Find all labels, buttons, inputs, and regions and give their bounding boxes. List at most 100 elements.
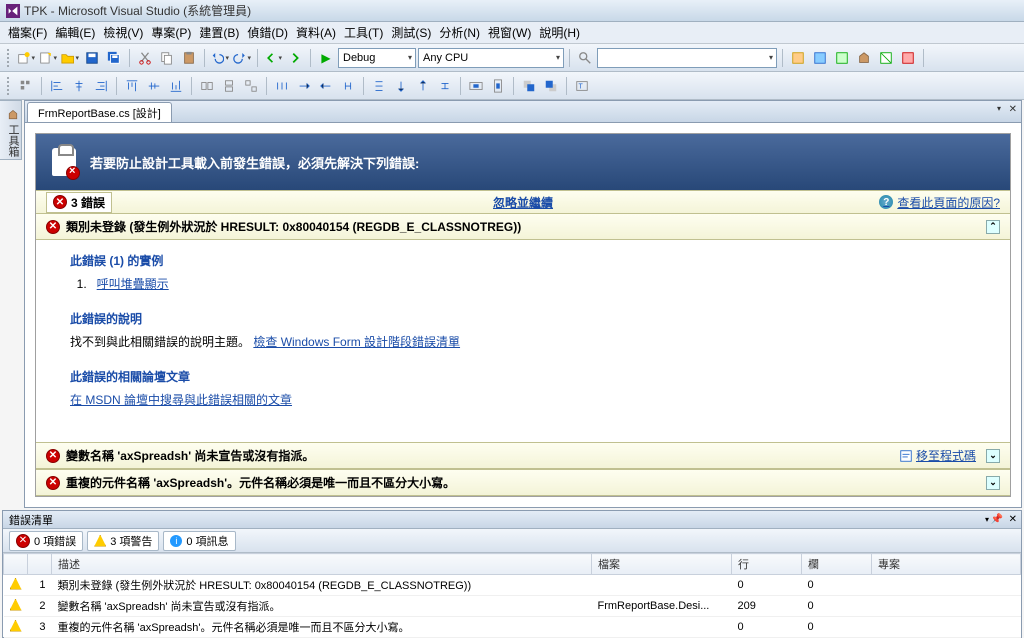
- extension-button[interactable]: [898, 48, 918, 68]
- undo-button[interactable]: ▾: [210, 48, 230, 68]
- menu-data[interactable]: 資料(A): [292, 22, 340, 43]
- copy-button[interactable]: [157, 48, 177, 68]
- error-list-row[interactable]: 2 變數名稱 'axSpreadsh' 尚未宣告或沒有指派。 FrmReport…: [4, 596, 1021, 617]
- panel-options-dropdown[interactable]: ▾: [985, 515, 989, 524]
- document-tab[interactable]: FrmReportBase.cs [設計]: [27, 102, 172, 122]
- tab-order-button[interactable]: T: [572, 76, 592, 96]
- align-left-button[interactable]: [47, 76, 67, 96]
- menu-project[interactable]: 專案(P): [147, 22, 195, 43]
- error-item-header-3[interactable]: ✕ 重複的元件名稱 'axSpreadsh'。元件名稱必須是唯一而且不區分大小寫…: [36, 469, 1010, 496]
- document-tabstrip: FrmReportBase.cs [設計] ▾ ✕: [25, 101, 1021, 123]
- align-right-button[interactable]: [91, 76, 111, 96]
- paste-button[interactable]: [179, 48, 199, 68]
- toolbox-icon: [7, 109, 19, 121]
- menu-tools[interactable]: 工具(T): [340, 22, 387, 43]
- properties-button[interactable]: [810, 48, 830, 68]
- same-width-button[interactable]: [197, 76, 217, 96]
- save-button[interactable]: [82, 48, 102, 68]
- vspace-inc-button[interactable]: [391, 76, 411, 96]
- menu-analyze[interactable]: 分析(N): [435, 22, 484, 43]
- menubar: 檔案(F) 編輯(E) 檢視(V) 專案(P) 建置(B) 偵錯(D) 資料(A…: [0, 22, 1024, 44]
- align-bottom-button[interactable]: [166, 76, 186, 96]
- align-center-button[interactable]: [69, 76, 89, 96]
- menu-view[interactable]: 檢視(V): [99, 22, 147, 43]
- collapse-button[interactable]: ⌃: [986, 220, 1000, 234]
- bring-front-button[interactable]: [519, 76, 539, 96]
- msdn-forum-link[interactable]: 在 MSDN 論壇中搜尋與此錯誤相關的文章: [70, 393, 292, 407]
- error-icon: ✕: [46, 449, 60, 463]
- check-winforms-link[interactable]: 檢查 Windows Form 設計階段錯誤清單: [253, 335, 460, 349]
- filter-messages-button[interactable]: i0 項訊息: [163, 531, 235, 551]
- menu-debug[interactable]: 偵錯(D): [243, 22, 292, 43]
- error-list-row[interactable]: 3 重複的元件名稱 'axSpreadsh'。元件名稱必須是唯一而且不區分大小寫…: [4, 617, 1021, 638]
- align-grid-button[interactable]: [16, 76, 36, 96]
- filter-errors-button[interactable]: ✕0 項錯誤: [9, 531, 83, 551]
- center-horiz-button[interactable]: [466, 76, 486, 96]
- col-line[interactable]: 行: [732, 554, 802, 575]
- save-all-button[interactable]: [104, 48, 124, 68]
- same-height-button[interactable]: [219, 76, 239, 96]
- menu-window[interactable]: 視窗(W): [484, 22, 535, 43]
- send-back-button[interactable]: [541, 76, 561, 96]
- new-project-button[interactable]: ▾: [16, 48, 36, 68]
- document-area: FrmReportBase.cs [設計] ▾ ✕ 若要防止設計工具載入前發生錯…: [24, 100, 1022, 508]
- find-button[interactable]: [575, 48, 595, 68]
- menu-help[interactable]: 說明(H): [535, 22, 584, 43]
- platform-combo[interactable]: Any CPU: [418, 48, 564, 68]
- vspace-remove-button[interactable]: [435, 76, 455, 96]
- col-column[interactable]: 欄: [802, 554, 872, 575]
- error-list-table: 描述 檔案 行 欄 專案 1 類別未登錄 (發生例外狀況於 HRESULT: 0…: [3, 553, 1021, 638]
- col-description[interactable]: 描述: [52, 554, 592, 575]
- why-link[interactable]: ?查看此頁面的原因?: [879, 194, 1000, 211]
- menu-build[interactable]: 建置(B): [195, 22, 243, 43]
- toolbox-button[interactable]: [854, 48, 874, 68]
- object-browser-button[interactable]: [832, 48, 852, 68]
- add-item-button[interactable]: ▾: [38, 48, 58, 68]
- align-middle-button[interactable]: [144, 76, 164, 96]
- align-top-button[interactable]: [122, 76, 142, 96]
- pin-icon[interactable]: 📌: [991, 514, 1003, 525]
- menu-edit[interactable]: 編輯(E): [51, 22, 99, 43]
- start-page-button[interactable]: [876, 48, 896, 68]
- find-combo[interactable]: [597, 48, 777, 68]
- expand-button[interactable]: ⌄: [986, 449, 1000, 463]
- hspace-inc-button[interactable]: [294, 76, 314, 96]
- window-titlebar: TPK - Microsoft Visual Studio (系統管理員): [0, 0, 1024, 22]
- info-icon: i: [170, 535, 182, 547]
- expand-button[interactable]: ⌄: [986, 476, 1000, 490]
- redo-button[interactable]: ▾: [232, 48, 252, 68]
- menu-file[interactable]: 檔案(F): [4, 22, 51, 43]
- cut-button[interactable]: [135, 48, 155, 68]
- solution-explorer-button[interactable]: [788, 48, 808, 68]
- nav-forward-button[interactable]: [285, 48, 305, 68]
- hspace-dec-button[interactable]: [316, 76, 336, 96]
- hspace-remove-button[interactable]: [338, 76, 358, 96]
- ignore-continue-link[interactable]: 忽略並繼續: [493, 194, 553, 211]
- hspace-equal-button[interactable]: [272, 76, 292, 96]
- config-combo[interactable]: Debug: [338, 48, 416, 68]
- start-debug-button[interactable]: ▶: [316, 48, 336, 68]
- menu-test[interactable]: 測試(S): [387, 22, 435, 43]
- open-button[interactable]: ▾: [60, 48, 80, 68]
- panel-close-button[interactable]: ✕: [1009, 514, 1017, 525]
- same-size-button[interactable]: [241, 76, 261, 96]
- vspace-equal-button[interactable]: [369, 76, 389, 96]
- callstack-link[interactable]: 呼叫堆疊顯示: [97, 277, 169, 291]
- grip-icon: [7, 77, 11, 95]
- col-project[interactable]: 專案: [872, 554, 1021, 575]
- instances-heading: 此錯誤 (1) 的實例: [70, 252, 992, 269]
- toolbox-tab[interactable]: 工具箱: [0, 100, 22, 160]
- col-file[interactable]: 檔案: [592, 554, 732, 575]
- tab-close-button[interactable]: ✕: [1009, 104, 1017, 115]
- filter-warnings-button[interactable]: 3 項警告: [87, 531, 159, 551]
- error-item-header-2[interactable]: ✕ 變數名稱 'axSpreadsh' 尚未宣告或沒有指派。 移至程式碼 ⌄: [36, 442, 1010, 469]
- center-vert-button[interactable]: [488, 76, 508, 96]
- active-files-dropdown[interactable]: ▾: [997, 104, 1001, 113]
- goto-code-link[interactable]: 移至程式碼: [899, 447, 976, 464]
- nav-back-button[interactable]: ▾: [263, 48, 283, 68]
- error-item-header-1[interactable]: ✕ 類別未登錄 (發生例外狀況於 HRESULT: 0x80040154 (RE…: [36, 214, 1010, 240]
- error-list-row[interactable]: 1 類別未登錄 (發生例外狀況於 HRESULT: 0x80040154 (RE…: [4, 575, 1021, 596]
- help-icon: ?: [879, 195, 893, 209]
- vspace-dec-button[interactable]: [413, 76, 433, 96]
- error-icon: ✕: [46, 476, 60, 490]
